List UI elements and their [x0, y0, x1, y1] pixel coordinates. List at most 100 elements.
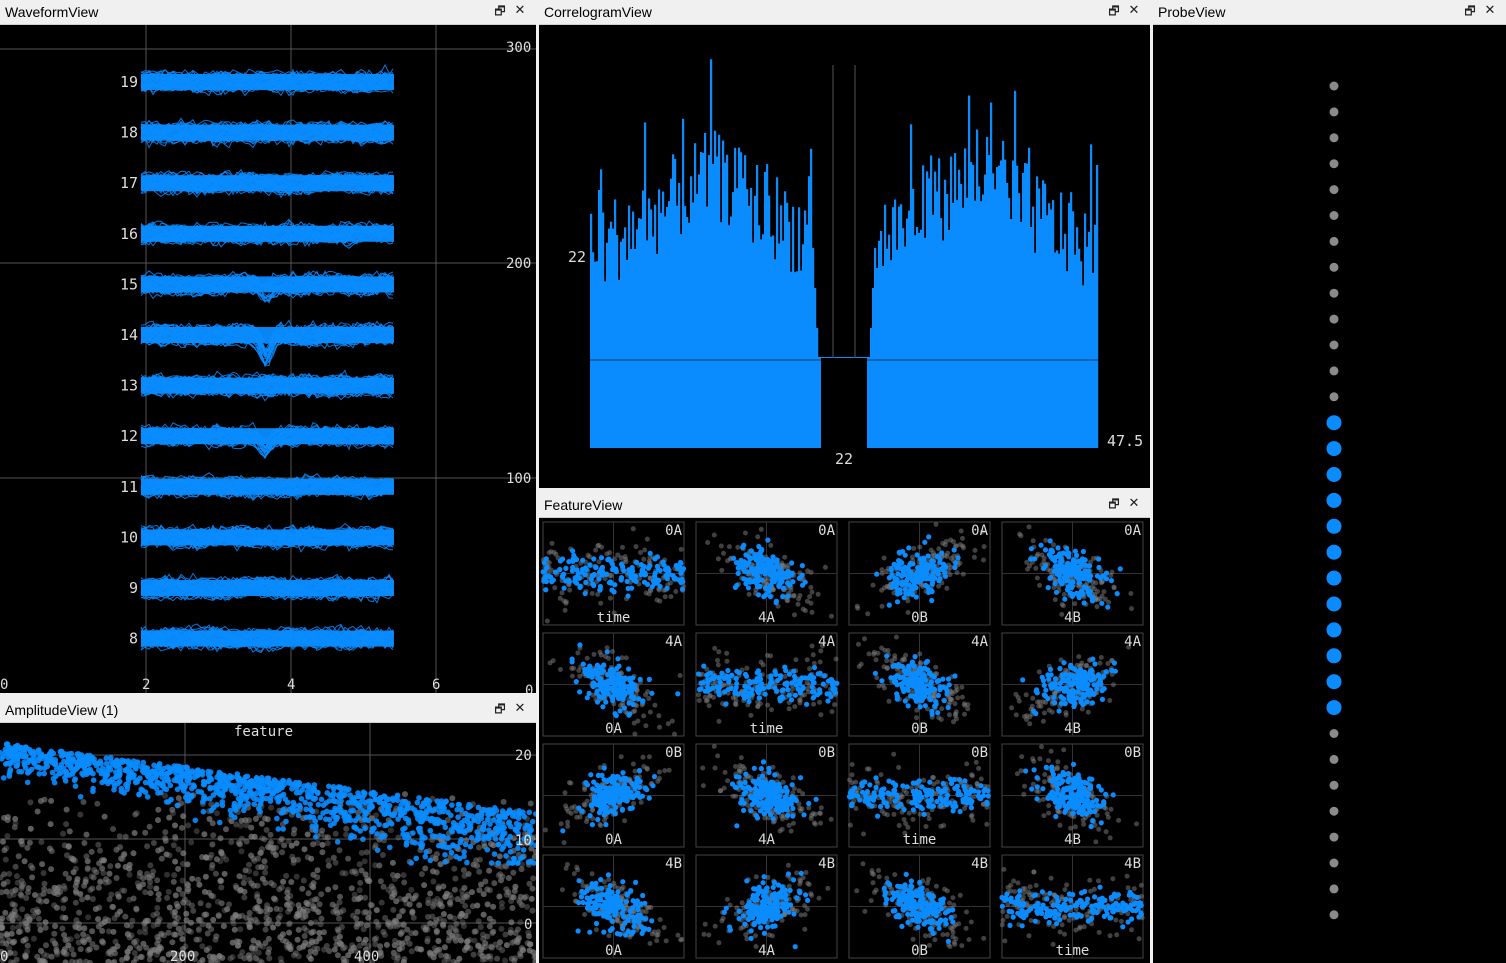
amplitude-point — [97, 758, 104, 765]
amplitude-point — [277, 906, 284, 913]
amplitude-point — [51, 930, 58, 937]
amplitude-point — [503, 853, 509, 859]
amplitude-point — [164, 894, 171, 901]
amplitude-point — [213, 933, 220, 940]
feature-subplot[interactable]: 0A4A — [695, 521, 838, 626]
amplitude-point — [402, 791, 408, 798]
channel-label: 9 — [129, 579, 138, 597]
amplitude-point — [302, 913, 309, 920]
feature-point — [1042, 547, 1049, 553]
feature-point — [748, 712, 754, 718]
amplitude-point — [445, 953, 452, 960]
amplitude-point — [296, 802, 303, 809]
amplitude-point — [441, 841, 447, 847]
amplitude-point — [9, 888, 16, 895]
amplitude-plot[interactable]: feature 0 200 400 20 10 0 — [0, 723, 536, 963]
feature-point — [854, 603, 860, 609]
feature-point — [544, 564, 550, 571]
feature-point — [894, 599, 901, 605]
feature-point — [584, 655, 590, 661]
amplitude-point — [500, 798, 507, 805]
amplitude-point — [180, 813, 187, 820]
feature-subplot[interactable]: 4Atime — [695, 632, 840, 737]
amplitude-point — [48, 797, 55, 804]
amplitude-point — [142, 919, 149, 926]
amplitude-titlebar[interactable]: AmplitudeView (1) 🗗 ✕ — [0, 698, 536, 723]
amplitude-point — [27, 862, 34, 869]
amplitude-canvas[interactable]: feature 0 200 400 20 10 0 — [0, 723, 536, 963]
amplitude-point — [515, 860, 521, 866]
amplitude-point — [48, 748, 54, 755]
channel-label: 13 — [120, 377, 138, 395]
feature-grid[interactable]: 0Atime0A4A0A0B0A4B4A0A4Atime4A0B4A4B0B0A… — [539, 518, 1150, 963]
correlogram-canvas[interactable]: 22 22 47.5 — [539, 25, 1150, 488]
amplitude-point — [339, 870, 346, 877]
feature-subplot[interactable]: 0A4B — [1001, 521, 1144, 626]
amplitude-point — [172, 833, 179, 840]
feature-point — [580, 661, 586, 667]
amplitude-point — [207, 785, 213, 792]
waveform-plot[interactable]: 19 18 17 16 15 14 13 12 11 10 9 8 0 2 4 … — [0, 25, 536, 693]
feature-subplot[interactable]: 4A0A — [542, 632, 685, 737]
feature-point — [570, 556, 576, 562]
amplitude-point — [367, 901, 374, 908]
amplitude-point — [74, 876, 81, 883]
amplitude-point — [486, 867, 493, 874]
correlogram-titlebar[interactable]: CorrelogramView 🗗 ✕ — [539, 0, 1150, 25]
feature-point — [630, 526, 636, 532]
feature-point — [735, 544, 741, 550]
float-window-icon[interactable]: 🗗 — [1106, 496, 1122, 512]
amplitude-point — [125, 775, 132, 782]
amplitude-point — [266, 787, 273, 793]
amplitude-point — [106, 764, 113, 770]
amplitude-point — [408, 930, 415, 937]
amplitude-point — [503, 810, 509, 817]
feature-point — [1106, 599, 1112, 605]
correlogram-plot[interactable]: 22 22 47.5 — [539, 25, 1150, 488]
amplitude-point — [274, 815, 280, 822]
close-icon[interactable]: ✕ — [1126, 3, 1142, 19]
correlogram-right-label: 47.5 — [1107, 432, 1143, 450]
feature-point — [901, 569, 907, 575]
amplitude-point — [441, 944, 448, 951]
close-icon[interactable]: ✕ — [512, 3, 528, 19]
feature-canvas[interactable]: 0A time 0A 4A 0A 0B 0A 4B 4A 0A 4A time 4A 0B 4A 4B 0B 0A… — [539, 518, 1150, 963]
amplitude-point — [200, 808, 207, 815]
feature-point — [731, 555, 737, 561]
amplitude-point — [452, 927, 459, 934]
amplitude-point — [475, 804, 482, 811]
feature-point — [632, 731, 638, 737]
amplitude-point — [461, 872, 468, 879]
amplitude-point — [489, 930, 496, 937]
amplitude-point — [174, 802, 181, 809]
float-window-icon[interactable]: 🗗 — [1106, 3, 1122, 19]
feature-point — [696, 698, 702, 703]
feature-point — [577, 673, 583, 679]
amplitude-point — [417, 946, 424, 953]
feature-titlebar[interactable]: FeatureView 🗗 ✕ — [539, 493, 1150, 518]
amplitude-point — [39, 861, 46, 868]
feature-subplot[interactable]: 0A0B — [848, 521, 991, 626]
float-window-icon[interactable]: 🗗 — [492, 701, 508, 717]
amplitude-point — [23, 920, 30, 927]
waveform-canvas[interactable]: 19 18 17 16 15 14 13 12 11 10 9 8 0 2 4 … — [0, 25, 536, 693]
amplitude-point — [248, 824, 255, 831]
feature-point — [601, 690, 608, 696]
close-icon[interactable]: ✕ — [512, 701, 528, 717]
float-window-icon[interactable]: 🗗 — [492, 3, 508, 19]
feature-point — [575, 650, 581, 656]
feature-point — [1065, 550, 1071, 556]
feature-subplot[interactable]: 0Atime — [540, 521, 687, 626]
close-icon[interactable]: ✕ — [1126, 496, 1142, 512]
feature-point — [929, 581, 935, 587]
amplitude-point — [293, 790, 300, 796]
correlogram-gap — [821, 358, 867, 448]
amplitude-point — [105, 917, 112, 924]
amplitude-point — [87, 752, 93, 759]
feature-point — [899, 560, 905, 566]
feature-point — [793, 657, 799, 663]
amplitude-point — [449, 795, 456, 802]
amplitude-point — [231, 800, 238, 807]
waveform-titlebar[interactable]: WaveformView 🗗 ✕ — [0, 0, 536, 25]
feature-point — [886, 575, 892, 581]
